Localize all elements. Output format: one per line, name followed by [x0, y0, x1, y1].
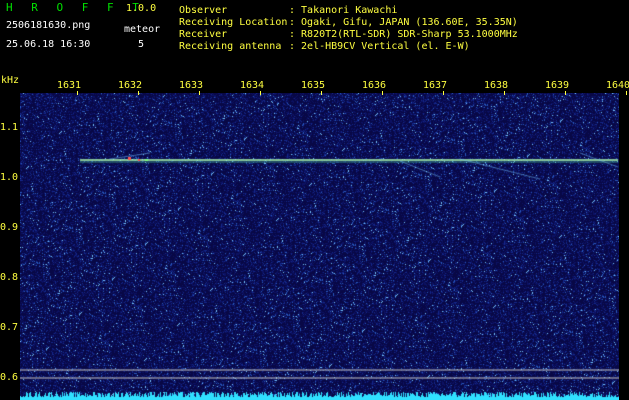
antenna-value: : 2el-HB9CV Vertical (el. E-W) — [289, 41, 470, 52]
app-version: 1.0.0 — [126, 3, 157, 14]
y-tick-label: 0.7 — [0, 322, 19, 333]
x-tick-label: 1640 — [606, 80, 629, 91]
antenna-label: Receiving antenna — [179, 41, 282, 52]
y-axis-unit: kHz — [1, 75, 20, 86]
location-value: : Ogaki, Gifu, JAPAN (136.60E, 35.35N) — [289, 17, 518, 28]
y-tick-label: 1.1 — [0, 122, 19, 133]
y-tick-label: 0.6 — [0, 372, 19, 383]
y-tick-label: 1.0 — [0, 172, 19, 183]
x-tick-mark — [565, 91, 566, 95]
receiver-label: Receiver — [179, 29, 228, 40]
y-tick-label: 0.9 — [0, 222, 19, 233]
x-tick-label: 1637 — [423, 80, 448, 91]
x-tick-mark — [260, 91, 261, 95]
spectrogram-canvas — [20, 93, 619, 400]
observer-label: Observer — [179, 5, 228, 16]
y-tick-label: 0.8 — [0, 272, 19, 283]
receiver-value: : R820T2(RTL-SDR) SDR-Sharp 53.1000MHz — [289, 29, 518, 40]
x-tick-label: 1638 — [484, 80, 509, 91]
x-tick-mark — [626, 91, 627, 95]
x-tick-mark — [321, 91, 322, 95]
x-tick-mark — [138, 91, 139, 95]
x-tick-label: 1633 — [179, 80, 204, 91]
spectrogram — [20, 93, 619, 400]
date-time: 25.06.18 16:30 — [6, 39, 91, 50]
x-tick-mark — [77, 91, 78, 95]
x-tick-label: 1636 — [362, 80, 387, 91]
app-name: H R O F F T — [6, 1, 145, 14]
observer-value: : Takanori Kawachi — [289, 5, 398, 16]
x-tick-label: 1634 — [240, 80, 265, 91]
x-tick-mark — [504, 91, 505, 95]
meteor-count: 5 — [138, 39, 145, 50]
file-name: 2506181630.png — [6, 20, 91, 31]
meteor-label: meteor — [124, 24, 161, 35]
x-tick-mark — [199, 91, 200, 95]
x-tick-label: 1639 — [545, 80, 570, 91]
x-tick-label: 1635 — [301, 80, 326, 91]
x-tick-label: 1632 — [118, 80, 143, 91]
location-label: Receiving Location — [179, 17, 288, 28]
x-tick-label: 1631 — [57, 80, 82, 91]
x-tick-mark — [382, 91, 383, 95]
hrofft-window: H R O F F T 1.0.0 2506181630.png 25.06.1… — [0, 0, 629, 400]
x-tick-mark — [443, 91, 444, 95]
